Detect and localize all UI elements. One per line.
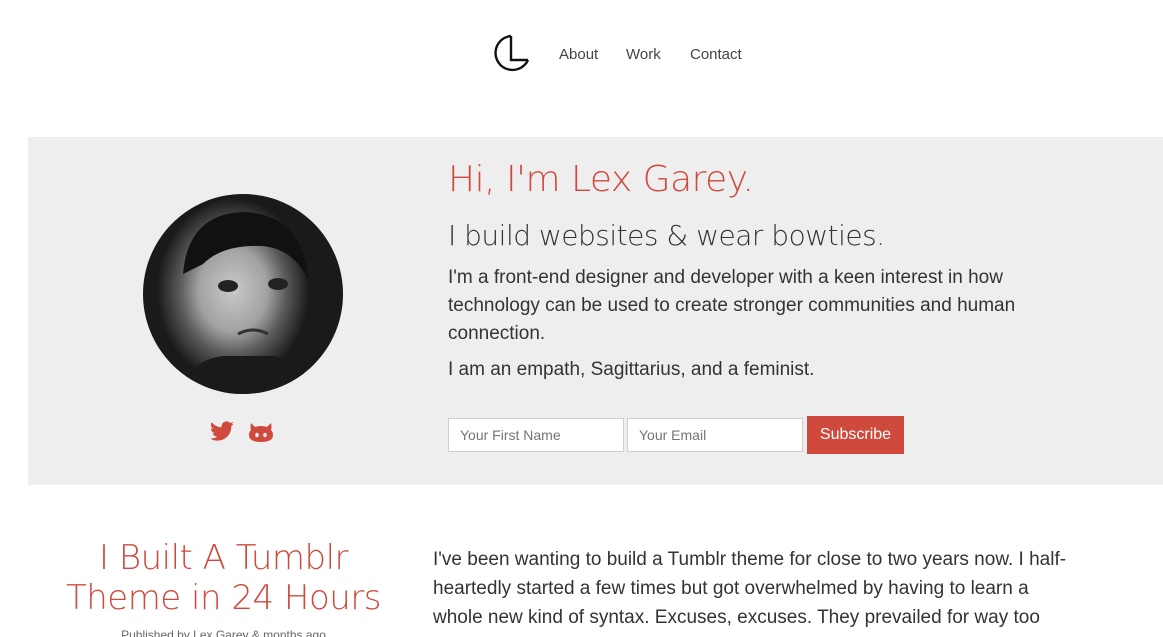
post-title[interactable]: I Built A Tumblr Theme in 24 Hours: [56, 538, 391, 618]
subscribe-button[interactable]: Subscribe: [807, 416, 904, 454]
avatar: [143, 194, 343, 394]
lg-logo-icon[interactable]: [492, 32, 530, 78]
post-body: I've been wanting to build a Tumblr them…: [433, 549, 1067, 637]
hero-title: Hi, I'm Lex Garey.: [448, 159, 754, 200]
site-header: About Work Contact: [0, 0, 1163, 110]
hero-bio-secondary: I am an empath, Sagittarius, and a femin…: [448, 359, 815, 380]
nav-about-link[interactable]: About: [559, 46, 598, 63]
first-name-input[interactable]: [448, 418, 624, 452]
nav-work-link[interactable]: Work: [626, 46, 661, 63]
twitter-icon[interactable]: [209, 420, 235, 444]
nav-contact-link[interactable]: Contact: [690, 46, 742, 63]
post-meta: Published by Lex Garey & months ago: [121, 628, 326, 637]
portrait-image: [173, 212, 318, 394]
hero-bio: I'm a front-end designer and developer w…: [448, 267, 1016, 344]
github-icon[interactable]: [248, 420, 274, 444]
hero-section: Hi, I'm Lex Garey. I build websites & we…: [28, 137, 1163, 485]
email-input[interactable]: [627, 418, 803, 452]
hero-subtitle: I build websites & wear bowties.: [448, 219, 885, 252]
